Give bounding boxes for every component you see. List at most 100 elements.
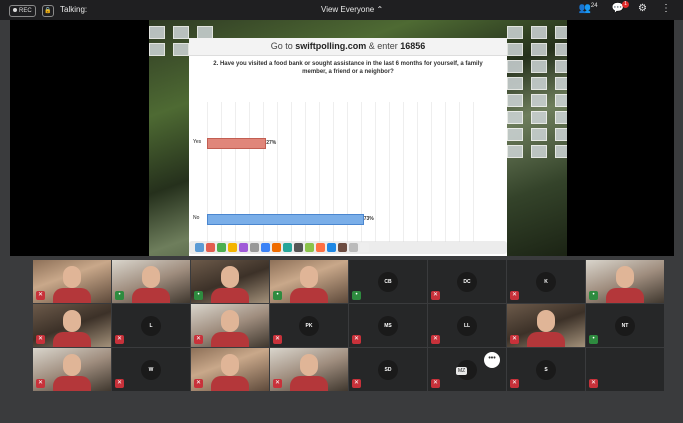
participant-face: [300, 266, 318, 288]
bar-value-label: 27%: [266, 140, 277, 146]
participant-body: [211, 376, 249, 391]
poll-window: Go to swiftpolling.com & enter 16856 2. …: [189, 38, 507, 256]
participant-avatar-tile[interactable]: S ✕: [507, 348, 585, 391]
mic-muted-icon: ✕: [115, 379, 124, 388]
participant-avatar-tile[interactable]: W ✕: [112, 348, 190, 391]
participant-video-tile[interactable]: ✕: [191, 304, 269, 347]
chat-button[interactable]: 💬 1: [612, 1, 630, 14]
participant-video-tile[interactable]: ✕: [33, 304, 111, 347]
mic-muted-icon: ✕: [36, 291, 45, 300]
poll-header-middle: & enter: [366, 41, 401, 51]
bar: [207, 214, 364, 225]
screen-share: Go to swiftpolling.com & enter 16856 2. …: [10, 20, 674, 256]
top-bar: REC 🔒 Talking: View Everyone ⌃ 👥24 💬 1 ⚙ …: [0, 0, 683, 20]
mic-icon: •: [589, 291, 598, 300]
more-vertical-icon[interactable]: ⋮: [661, 3, 671, 14]
participant-avatar-tile[interactable]: LL ✕: [428, 304, 506, 347]
participant-video-tile[interactable]: ✕: [191, 348, 269, 391]
participant-initials: CB: [378, 272, 398, 292]
participant-avatar-tile[interactable]: PK ✕: [270, 304, 348, 347]
participant-avatar-tile[interactable]: DC ✕: [428, 260, 506, 303]
mic-muted-icon: ✕: [352, 379, 361, 388]
bar: [207, 138, 267, 149]
participant-body: [53, 376, 91, 391]
participant-avatar-tile[interactable]: NT •: [586, 304, 664, 347]
view-selector[interactable]: View Everyone ⌃: [321, 5, 383, 15]
bar-value-label: 73%: [363, 216, 374, 222]
participant-video-tile[interactable]: •: [586, 260, 664, 303]
participant-face: [616, 266, 634, 288]
participant-avatar-tile[interactable]: CB •: [349, 260, 427, 303]
participant-body: [53, 288, 91, 303]
empty-tile[interactable]: ✕: [586, 348, 664, 391]
mic-muted-icon: ✕: [431, 335, 440, 344]
participant-initials: LL: [457, 316, 477, 336]
participant-initials: W: [141, 360, 161, 380]
participant-body: [53, 332, 91, 347]
mic-muted-icon: ✕: [352, 335, 361, 344]
participant-face: [63, 310, 81, 332]
mic-muted-icon: ✕: [115, 335, 124, 344]
participant-initials: K: [536, 272, 556, 292]
gear-icon[interactable]: ⚙: [638, 3, 647, 14]
mic-icon: •: [115, 291, 124, 300]
participant-initials: S: [536, 360, 556, 380]
participant-video-tile[interactable]: ✕: [270, 348, 348, 391]
participant-face: [221, 266, 239, 288]
lock-icon[interactable]: 🔒: [42, 5, 54, 17]
name-chip: MZ: [456, 367, 468, 375]
participant-video-tile[interactable]: ✕: [507, 304, 585, 347]
participant-video-tile[interactable]: ✕: [33, 348, 111, 391]
participant-video-tile[interactable]: •: [270, 260, 348, 303]
participant-avatar-tile[interactable]: MS ✕: [349, 304, 427, 347]
category-label: Yes: [193, 139, 202, 145]
participant-video-tile[interactable]: •: [112, 260, 190, 303]
participant-video-tile[interactable]: •: [191, 260, 269, 303]
mic-icon: •: [352, 291, 361, 300]
chat-badge: 1: [622, 1, 630, 8]
top-right-icons: 👥24 💬 1 ⚙ ⋮: [578, 1, 671, 14]
participants-button[interactable]: 👥24: [578, 3, 597, 14]
poll-chart: Yes 27% No 73%: [193, 102, 487, 242]
mic-icon: •: [273, 291, 282, 300]
chevron-updown-icon: ⌃: [376, 5, 384, 14]
participant-body: [606, 288, 644, 303]
more-options-button[interactable]: •••: [484, 352, 500, 368]
participant-body: [290, 288, 328, 303]
mic-icon: •: [194, 291, 203, 300]
bottom-area: [0, 393, 683, 423]
participant-avatar-tile[interactable]: L ✕: [112, 304, 190, 347]
view-selector-label: View Everyone: [321, 5, 375, 14]
participant-body: [211, 288, 249, 303]
participant-face: [63, 266, 81, 288]
participant-face: [300, 354, 318, 376]
category-label: No: [193, 215, 200, 221]
participant-initials: L: [141, 316, 161, 336]
mic-muted-icon: ✕: [510, 379, 519, 388]
participant-avatar-tile[interactable]: SD ✕: [349, 348, 427, 391]
mic-muted-icon: ✕: [273, 335, 282, 344]
participant-avatar-tile[interactable]: K ✕: [507, 260, 585, 303]
participant-face: [537, 310, 555, 332]
participant-initials: MS: [378, 316, 398, 336]
dock: [189, 241, 507, 254]
participant-video-tile[interactable]: ✕: [33, 260, 111, 303]
mic-muted-icon: ✕: [36, 335, 45, 344]
record-button[interactable]: REC: [9, 5, 36, 17]
participant-initials: DC: [457, 272, 477, 292]
poll-header-site: swiftpolling.com: [295, 41, 367, 51]
participant-body: [527, 332, 565, 347]
desktop-icons-right: [507, 26, 567, 158]
talking-label: Talking:: [60, 5, 88, 14]
mic-muted-icon: ✕: [194, 379, 203, 388]
participant-face: [221, 310, 239, 332]
mic-icon: •: [589, 335, 598, 344]
mic-muted-icon: ✕: [273, 379, 282, 388]
mic-muted-icon: ✕: [510, 291, 519, 300]
mic-muted-icon: ✕: [194, 335, 203, 344]
participant-body: [211, 332, 249, 347]
participant-body: [290, 376, 328, 391]
shared-desktop: Go to swiftpolling.com & enter 16856 2. …: [149, 20, 567, 256]
participant-face: [142, 266, 160, 288]
participant-initials: PK: [299, 316, 319, 336]
